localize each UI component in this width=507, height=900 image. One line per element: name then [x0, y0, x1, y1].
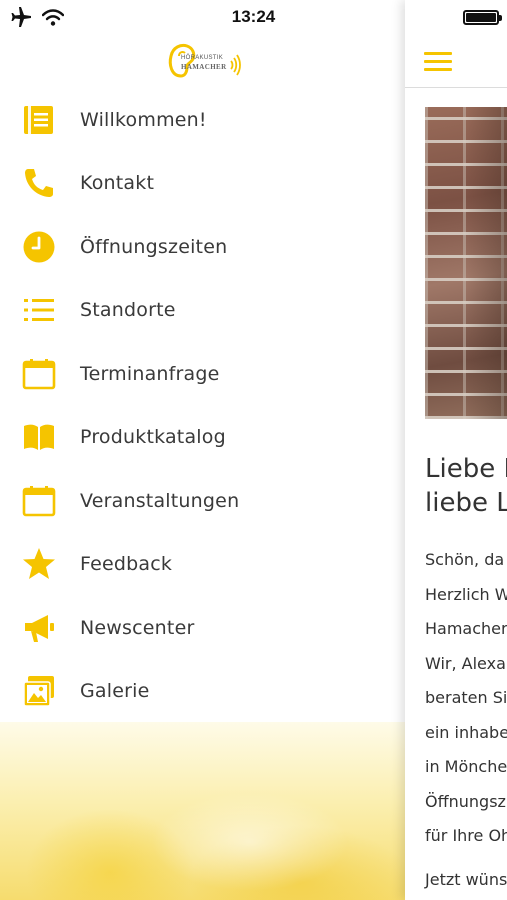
menu-item-standorte[interactable]: Standorte	[0, 279, 405, 343]
menu-label-kontakt: Kontakt	[80, 172, 155, 195]
list-icon	[22, 293, 56, 327]
paragraph-line: Wir, Alexa	[425, 653, 506, 673]
hoerakustik-hamacher-logo: HÖRAKUSTIK HAMACHER	[167, 42, 242, 82]
menu-item-veranstaltungen[interactable]: Veranstaltungen	[0, 469, 405, 533]
menu-item-produktkatalog[interactable]: Produktkatalog	[0, 406, 405, 470]
menu-label-produktkatalog: Produktkatalog	[80, 426, 226, 449]
status-time: 13:24	[231, 7, 276, 26]
menu-label-willkommen: Willkommen!	[80, 108, 207, 131]
paragraph-line: Schön, da	[425, 550, 505, 569]
menu-label-oeffnungszeiten: Öffnungszeiten	[80, 235, 228, 258]
paragraph-line: in Mönche	[425, 757, 507, 776]
drawer-background-image	[0, 722, 405, 900]
welcome-heading-line-1: Liebe L	[425, 454, 507, 484]
hamburger-menu-icon[interactable]	[424, 52, 452, 72]
main-content-panel[interactable]: Liebe L liebe L Schön, da Herzlich W Ham…	[405, 0, 507, 900]
paragraph-line: Herzlich W	[425, 584, 507, 604]
menu-item-oeffnungszeiten[interactable]: Öffnungszeiten	[0, 215, 405, 279]
battery-icon	[463, 10, 502, 25]
paragraph-line: Hamacher	[425, 619, 507, 638]
logo-text-hamacher: HAMACHER	[181, 63, 227, 71]
drawer-menu: Willkommen! Kontakt Öffnungszeiten Stand…	[0, 88, 405, 723]
menu-item-kontakt[interactable]: Kontakt	[0, 152, 405, 216]
clock-icon	[22, 230, 56, 264]
document-icon	[22, 103, 56, 137]
welcome-heading: Liebe L liebe L	[425, 452, 507, 520]
calendar-icon	[22, 357, 56, 391]
closing-paragraph: Jetzt wüns	[425, 870, 507, 889]
menu-item-newscenter[interactable]: Newscenter	[0, 596, 405, 660]
menu-label-newscenter: Newscenter	[80, 616, 195, 639]
menu-label-veranstaltungen: Veranstaltungen	[80, 489, 240, 512]
logo-text-hoerakustik: HÖRAKUSTIK	[181, 55, 224, 61]
welcome-paragraph: Schön, da Herzlich W Hamacher Wir, Alexa…	[425, 543, 507, 854]
paragraph-line: ein inhabe	[425, 722, 507, 742]
menu-label-galerie: Galerie	[80, 680, 150, 703]
menu-label-terminanfrage: Terminanfrage	[80, 362, 220, 385]
navigation-drawer: HÖRAKUSTIK HAMACHER Willkommen! Kontakt …	[0, 0, 405, 900]
book-icon	[22, 420, 56, 454]
paragraph-line: Öffnungsz	[425, 791, 506, 811]
welcome-heading-line-2: liebe L	[425, 488, 507, 518]
star-icon	[22, 547, 56, 581]
battery-level	[466, 13, 496, 22]
paragraph-line: beraten Si	[425, 688, 507, 707]
menu-item-terminanfrage[interactable]: Terminanfrage	[0, 342, 405, 406]
megaphone-icon	[22, 611, 56, 645]
calendar-icon	[22, 484, 56, 518]
menu-label-feedback: Feedback	[80, 553, 173, 576]
gallery-icon	[22, 674, 56, 708]
hero-image-brick-wall	[425, 107, 507, 419]
status-bar: 13:24	[0, 0, 507, 36]
paragraph-line: für Ihre Oh	[425, 826, 507, 845]
menu-item-galerie[interactable]: Galerie	[0, 660, 405, 724]
phone-icon	[22, 166, 56, 200]
menu-item-feedback[interactable]: Feedback	[0, 533, 405, 597]
menu-label-standorte: Standorte	[80, 299, 176, 322]
top-navigation-bar	[405, 36, 507, 88]
menu-item-willkommen[interactable]: Willkommen!	[0, 88, 405, 152]
